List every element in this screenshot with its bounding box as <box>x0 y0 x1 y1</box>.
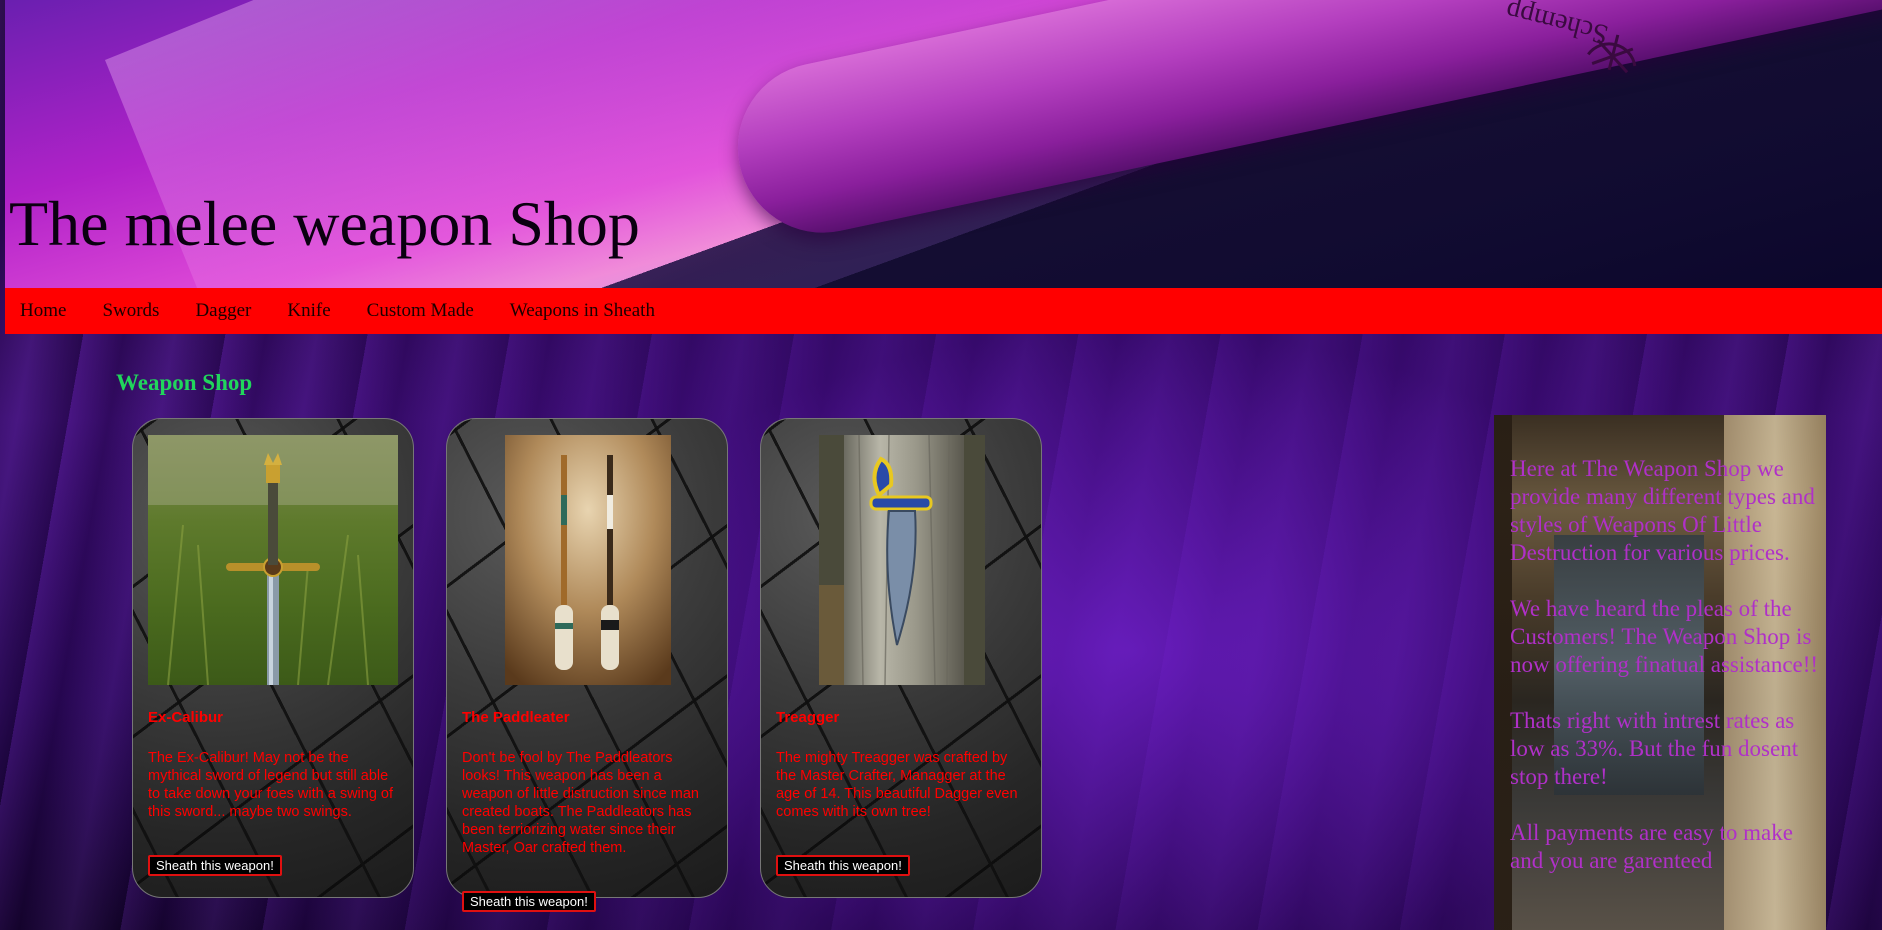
nav-item-weapons-in-sheath[interactable]: Weapons in Sheath <box>492 288 673 334</box>
product-description: The mighty Treagger was crafted by the M… <box>776 750 1018 820</box>
sheath-weapon-button[interactable]: Sheath this weapon! <box>462 891 596 912</box>
product-image-excalibur <box>148 435 398 685</box>
nav-item-custom-made[interactable]: Custom Made <box>349 288 492 334</box>
header-banner: Schempp The melee weapon Shop <box>5 0 1882 288</box>
product-image-treagger <box>819 435 985 685</box>
product-card-excalibur: Ex-Calibur The Ex-Calibur! May not be th… <box>132 418 414 898</box>
nav-item-swords[interactable]: Swords <box>84 288 177 334</box>
promo-paragraph: Here at The Weapon Shop we provide many … <box>1510 456 1815 565</box>
promo-paragraph: All payments are easy to make and you ar… <box>1510 820 1793 873</box>
page: Schempp The melee weapon Shop Home Sword… <box>0 0 1882 930</box>
promo-panel: Here at The Weapon Shop we provide many … <box>1494 415 1826 930</box>
product-description: Don't be fool by The Paddleators looks! … <box>462 750 699 856</box>
product-description: The Ex-Calibur! May not be the mythical … <box>148 750 394 820</box>
sheath-weapon-button[interactable]: Sheath this weapon! <box>148 855 282 876</box>
product-name: The Paddleater <box>462 709 570 726</box>
product-card-paddleater: The Paddleater Don't be fool by The Padd… <box>446 418 728 912</box>
product-image-paddleater <box>505 435 671 685</box>
product-card-treagger: Treagger The mighty Treagger was crafted… <box>760 418 1042 898</box>
nav-item-dagger[interactable]: Dagger <box>177 288 269 334</box>
product-name: Ex-Calibur <box>148 709 224 726</box>
product-name: Treagger <box>776 709 840 726</box>
promo-paragraph: Thats right with intrest rates as low as… <box>1510 708 1799 789</box>
section-heading: Weapon Shop <box>116 370 253 395</box>
main-nav: Home Swords Dagger Knife Custom Made Wea… <box>5 288 1882 334</box>
sheath-weapon-button[interactable]: Sheath this weapon! <box>776 855 910 876</box>
site-title: The melee weapon Shop <box>9 188 640 259</box>
nav-item-knife[interactable]: Knife <box>269 288 348 334</box>
promo-text: Here at The Weapon Shop we provide many … <box>1510 455 1820 903</box>
nav-item-home[interactable]: Home <box>5 288 84 334</box>
promo-paragraph: We have heard the pleas of the Customers… <box>1510 596 1819 677</box>
